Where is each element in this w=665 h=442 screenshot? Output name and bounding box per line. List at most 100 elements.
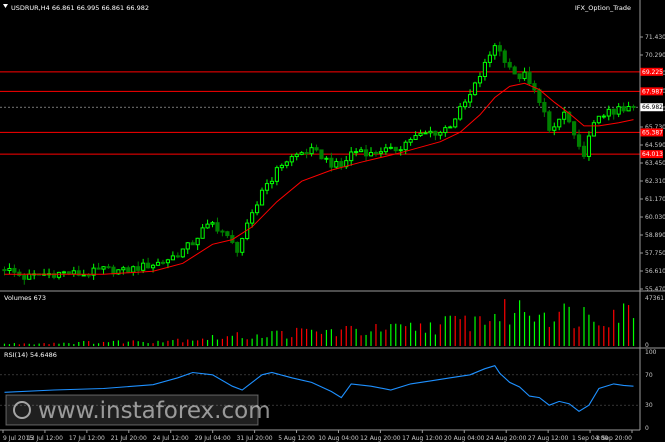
volume-bar <box>167 340 169 346</box>
volume-bar <box>355 328 357 346</box>
volume-bar <box>553 321 555 346</box>
candle-body <box>185 242 190 250</box>
candle-body <box>487 54 492 63</box>
candle-body <box>596 115 601 124</box>
volume-bar <box>543 312 545 346</box>
candle-body <box>274 167 279 182</box>
candle-body <box>398 149 403 152</box>
candle-body <box>581 145 587 157</box>
volume-tick-label: 47361 <box>645 295 664 302</box>
candle-body <box>388 146 393 149</box>
candle-body <box>517 73 522 80</box>
watermark-text: www.instaforex.com <box>38 398 271 424</box>
candle-body <box>111 266 116 275</box>
volume-bar <box>315 331 318 346</box>
volume-bar <box>296 327 298 346</box>
candle-body <box>96 267 101 270</box>
candle-body <box>448 126 453 129</box>
volume-bar <box>226 336 228 346</box>
volume-bar <box>484 324 486 346</box>
volume-bar <box>514 312 516 346</box>
volume-bar <box>187 339 189 346</box>
price-tick-label: 57.750 <box>645 250 665 257</box>
candle-body <box>463 101 468 108</box>
volume-bar <box>375 324 377 346</box>
candle-body <box>71 270 76 275</box>
candle-body <box>146 262 151 269</box>
candle-body <box>443 127 448 134</box>
price-tick-label: 55.470 <box>645 286 665 293</box>
candle-body <box>126 267 131 273</box>
volume-bar <box>449 315 451 346</box>
volume-bar <box>330 329 332 346</box>
volume-bar <box>385 329 387 346</box>
candle-body <box>626 106 631 112</box>
candle-body <box>492 45 497 56</box>
time-tick-label: 3 Sep 20:00 <box>596 435 632 442</box>
volume-bar <box>573 328 575 346</box>
volume-bar <box>291 337 293 346</box>
candle-body <box>497 45 502 52</box>
symbol-header: USDRUR,H4 66.861 66.995 66.861 66.982 <box>11 4 149 12</box>
candle-body <box>131 266 136 273</box>
candle-body <box>631 106 636 109</box>
candle-body <box>472 82 478 96</box>
volume-bar <box>58 343 60 346</box>
candle-body <box>299 152 304 155</box>
time-tick-label: 12 Aug 20:00 <box>360 435 401 442</box>
candle-body <box>106 266 111 269</box>
volume-bar <box>578 326 580 346</box>
volume-bar <box>38 343 40 346</box>
time-tick-label: 13 Jul 12:00 <box>27 435 63 442</box>
volume-bar <box>276 330 278 346</box>
volume-bar <box>83 340 85 346</box>
candle-body <box>606 108 611 117</box>
volume-bar <box>598 325 600 346</box>
volume-bar <box>33 344 35 346</box>
volume-bar <box>162 342 164 346</box>
time-tick-label: 31 Jul 20:00 <box>237 435 273 442</box>
volume-bar <box>28 343 30 346</box>
volume-bar <box>568 306 570 346</box>
level-price-label: 67.987 <box>642 88 663 95</box>
candle-body <box>368 152 374 157</box>
volume-bar <box>271 331 273 346</box>
volume-bar <box>147 343 149 346</box>
volume-bar <box>48 344 50 346</box>
candle-body <box>621 106 626 112</box>
volume-bar <box>335 336 337 346</box>
candle-body <box>264 183 270 191</box>
candle-body <box>482 61 488 78</box>
candle-body <box>220 230 225 233</box>
volume-bar <box>157 340 159 346</box>
candle-body <box>284 161 289 166</box>
volume-bar <box>627 305 630 346</box>
price-tick-label: 60.030 <box>645 214 665 221</box>
candle-body <box>433 130 438 136</box>
candle-body <box>339 161 344 168</box>
candle-body <box>363 149 369 157</box>
volume-bar <box>593 321 595 346</box>
volume-bar <box>241 338 243 346</box>
candle-body <box>170 255 175 261</box>
volume-bar <box>360 335 362 346</box>
volume-bar <box>345 325 347 346</box>
volume-bar <box>395 323 397 346</box>
volume-bar <box>261 337 263 346</box>
volume-bar <box>236 332 238 346</box>
candle-body <box>576 134 582 147</box>
candle-body <box>309 147 314 155</box>
volume-bar <box>504 299 506 346</box>
volume-bar <box>211 334 214 346</box>
candle-body <box>512 66 517 75</box>
candle-body <box>354 151 359 154</box>
candle-body <box>334 161 339 168</box>
candle-body <box>180 248 185 258</box>
volume-bar <box>419 323 422 346</box>
candle-body <box>403 141 408 151</box>
volume-bar <box>489 321 491 346</box>
watermark-layer: www.instaforex.com <box>5 394 271 426</box>
volume-bar <box>325 329 328 346</box>
volume-bar <box>474 316 476 346</box>
candle-body <box>359 149 364 153</box>
